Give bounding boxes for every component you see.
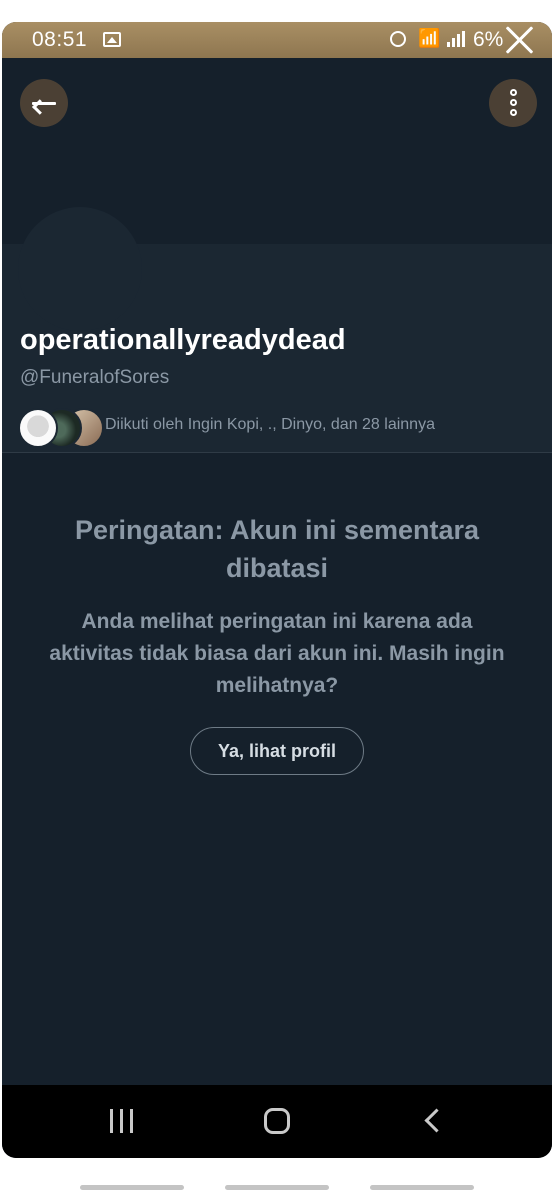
user-handle: @FuneralofSores [20,367,170,388]
status-bar: 08:51 📶 6% [2,22,552,58]
arrow-left-icon [32,102,56,105]
followed-by-text[interactable]: Diikuti oleh Ingin Kopi, ., Dinyo, dan 2… [105,416,435,434]
avatar[interactable] [18,207,142,331]
close-icon[interactable] [502,22,536,56]
gallery-icon [103,32,121,47]
more-options-button[interactable] [489,79,537,127]
back-button[interactable] [20,79,68,127]
status-time: 08:51 [32,28,88,51]
warning-title: Peringatan: Akun ini sementara dibatasi [74,515,480,583]
back-icon[interactable] [424,1108,449,1133]
view-profile-button[interactable]: Ya, lihat profil [190,727,364,775]
warning-message: Anda melihat peringatan ini karena ada a… [49,610,505,697]
follower-avatar [18,408,58,448]
display-name: operationallyreadydead [20,324,346,356]
home-icon[interactable] [264,1108,290,1134]
android-nav-bar [2,1085,552,1158]
battery-level: 6% [473,28,504,51]
signal-icon [447,31,465,47]
wifi-icon: 📶 [418,28,441,48]
more-vertical-icon [510,89,517,96]
phone-screen: 08:51 📶 6% operationallyreadydead @Funer… [2,22,552,1158]
page-bottom-indicators [0,1185,554,1191]
alarm-icon [390,31,406,47]
followers-avatars[interactable] [18,408,104,448]
recents-icon[interactable] [110,1109,136,1133]
